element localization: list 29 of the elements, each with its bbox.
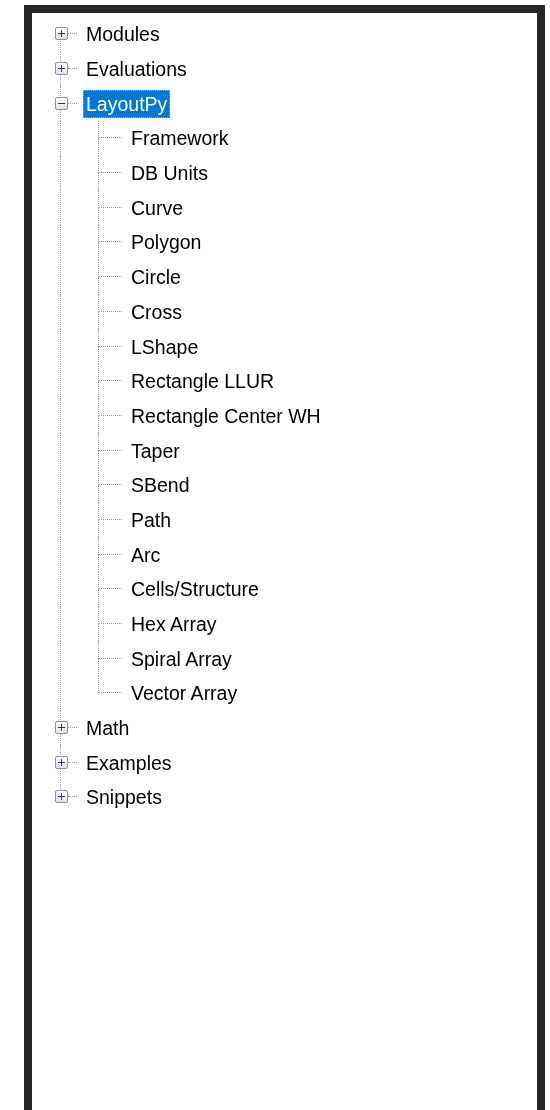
expand-icon[interactable]: [55, 62, 68, 76]
tree-item[interactable]: Cross: [128, 297, 185, 326]
expand-icon[interactable]: [55, 755, 68, 769]
tree-item[interactable]: Rectangle LLUR: [128, 367, 278, 396]
tree-item[interactable]: Cells/Structure: [128, 575, 262, 604]
tree-item[interactable]: Taper: [128, 436, 183, 465]
expand-icon[interactable]: [55, 27, 68, 41]
expand-icon[interactable]: [55, 721, 68, 735]
tree-item[interactable]: Vector Array: [128, 679, 241, 708]
tree-item[interactable]: Math: [83, 714, 133, 743]
tree-item[interactable]: Examples: [83, 748, 175, 777]
tree-item[interactable]: Arc: [128, 540, 164, 569]
tree-item[interactable]: DB Units: [128, 159, 211, 188]
tree-item[interactable]: Snippets: [83, 783, 165, 812]
tree-item[interactable]: Evaluations: [83, 55, 190, 84]
tree-item[interactable]: LShape: [128, 332, 202, 361]
tree-item[interactable]: Polygon: [128, 228, 205, 257]
tree-item[interactable]: Framework: [128, 124, 232, 153]
expand-icon[interactable]: [55, 790, 68, 804]
tree-item[interactable]: Rectangle Center WH: [128, 401, 324, 430]
tree-item[interactable]: Curve: [128, 193, 187, 222]
tree-item[interactable]: Modules: [83, 20, 163, 49]
tree-item[interactable]: Spiral Array: [128, 644, 235, 673]
collapse-icon[interactable]: [55, 96, 68, 110]
tree-item[interactable]: Path: [128, 505, 175, 534]
tree-item[interactable]: Hex Array: [128, 610, 220, 639]
tree-item[interactable]: Circle: [128, 263, 184, 292]
tree-item[interactable]: LayoutPy: [83, 89, 171, 118]
tree-item[interactable]: SBend: [128, 471, 193, 500]
